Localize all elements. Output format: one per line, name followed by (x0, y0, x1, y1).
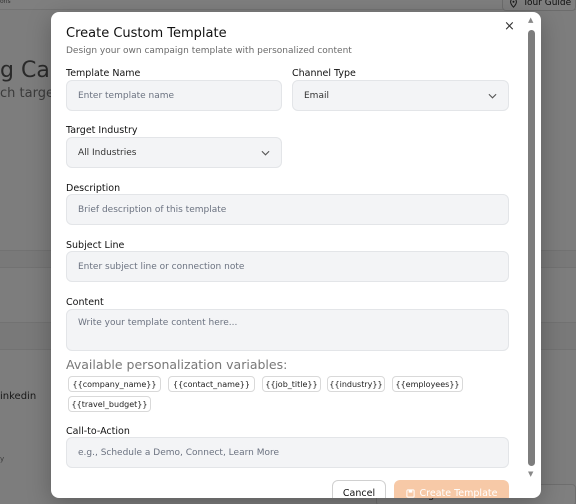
target-industry-select[interactable]: All Industries (66, 137, 282, 168)
close-icon[interactable]: × (504, 20, 515, 34)
cta-input[interactable]: e.g., Schedule a Demo, Connect, Learn Mo… (66, 437, 509, 468)
target-industry-label: Target Industry (66, 125, 138, 136)
variable-chip[interactable]: {{job_title}} (262, 376, 321, 392)
cta-placeholder: e.g., Schedule a Demo, Connect, Learn Mo… (78, 447, 280, 458)
description-input[interactable]: Brief description of this template (66, 194, 509, 225)
variable-chip[interactable]: {{contact_name}} (168, 376, 255, 392)
scrollbar-thumb[interactable] (528, 30, 535, 466)
variable-chip[interactable]: {{employees}} (392, 376, 463, 392)
variable-chip[interactable]: {{industry}} (327, 376, 385, 392)
channel-type-select[interactable]: Email (292, 80, 509, 111)
chevron-down-icon (261, 150, 270, 156)
scroll-up-icon[interactable]: ▲ (528, 16, 533, 24)
description-label: Description (66, 183, 121, 194)
target-industry-value: All Industries (78, 147, 137, 158)
content-label: Content (66, 297, 104, 308)
template-name-input[interactable]: Enter template name (66, 80, 282, 111)
template-name-placeholder: Enter template name (78, 90, 175, 101)
channel-type-value: Email (304, 90, 329, 101)
description-placeholder: Brief description of this template (78, 204, 227, 215)
subject-line-label: Subject Line (66, 240, 125, 251)
cta-label: Call-to-Action (66, 426, 130, 437)
chevron-down-icon (488, 93, 497, 99)
scroll-down-icon[interactable]: ▼ (528, 470, 533, 478)
modal-subtitle: Design your own campaign template with p… (66, 46, 352, 56)
modal-title: Create Custom Template (66, 26, 227, 41)
content-textarea[interactable]: Write your template content here... (66, 309, 509, 351)
create-template-button[interactable]: Create Template (394, 480, 509, 498)
variable-chip[interactable]: {{travel_budget}} (68, 396, 151, 412)
channel-type-label: Channel Type (292, 68, 356, 79)
subject-line-placeholder: Enter subject line or connection note (78, 261, 245, 272)
template-name-label: Template Name (66, 68, 141, 79)
variable-chip[interactable]: {{company_name}} (68, 376, 161, 392)
cancel-button[interactable]: Cancel (332, 480, 386, 498)
create-template-modal: Create Custom Template Design your own c… (51, 12, 541, 498)
subject-line-input[interactable]: Enter subject line or connection note (66, 251, 509, 282)
create-template-label: Create Template (419, 487, 498, 499)
variables-title: Available personalization variables: (66, 357, 288, 372)
content-placeholder: Write your template content here... (78, 318, 238, 328)
save-icon (405, 488, 415, 498)
